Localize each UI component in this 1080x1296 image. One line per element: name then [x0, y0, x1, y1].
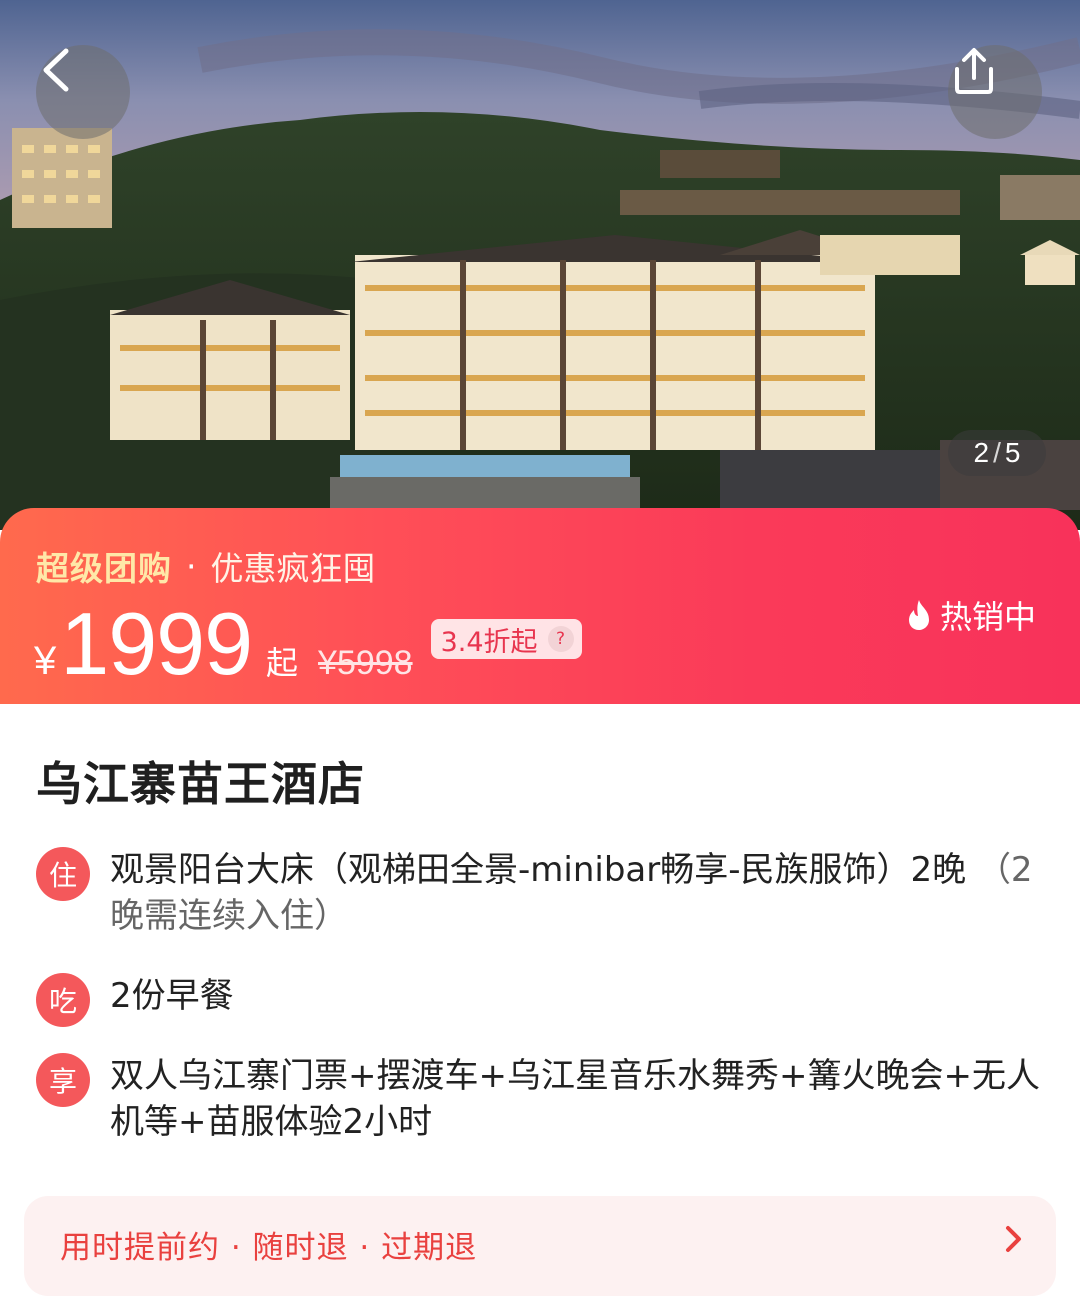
hotel-name: 乌江寨苗王酒店 [36, 757, 365, 811]
back-button[interactable] [36, 45, 130, 139]
hotel-photo-illustration [0, 0, 1080, 530]
feature-stay: 住 观景阳台大床（观梯田全景-minibar畅享-民族服饰）2晚 （2晚需连续入… [36, 847, 1046, 939]
enjoy-text: 双人乌江寨门票+摆渡车+乌江星音乐水舞秀+篝火晚会+无人机等+苗服体验2小时 [110, 1056, 1040, 1142]
booking-policy-bar[interactable]: 用时提前约 · 随时退 · 过期退 [24, 1196, 1056, 1296]
chevron-left-icon [43, 48, 69, 92]
promo-text: 优惠疯狂囤 [210, 549, 376, 588]
currency-symbol: ¥ [34, 639, 57, 683]
flame-icon [909, 600, 929, 630]
feature-enjoy: 享 双人乌江寨门票+摆渡车+乌江星音乐水舞秀+篝火晚会+无人机等+苗服体验2小时 [36, 1053, 1046, 1145]
meal-badge: 吃 [36, 973, 90, 1027]
promo-tag: 超级团购 [36, 549, 172, 588]
hot-selling-badge: 热销中 [904, 592, 1036, 638]
discount-text: 3.4折起 [440, 626, 538, 658]
hot-selling-text: 热销中 [940, 598, 1037, 636]
feature-meal: 吃 2份早餐 [36, 973, 1046, 1027]
discount-badge[interactable]: 3.4折起 ? [430, 619, 582, 659]
price-row: ¥ 1999 起 ¥5998 3.4折起 ? [34, 600, 582, 690]
share-button[interactable] [948, 45, 1042, 139]
stay-badge: 住 [36, 847, 90, 901]
price-banner: 超级团购 · 优惠疯狂囤 ¥ 1999 起 ¥5998 3.4折起 ? 热销中 [0, 508, 1080, 704]
promo-dot: · [186, 546, 197, 586]
policy-text: 用时提前约 · 随时退 · 过期退 [60, 1230, 478, 1266]
enjoy-badge: 享 [36, 1053, 90, 1107]
pager-separator: / [993, 437, 1001, 468]
original-price: ¥5998 [318, 644, 413, 682]
sale-price: 1999 [60, 594, 253, 693]
price-from-label: 起 [266, 644, 299, 682]
meal-text: 2份早餐 [110, 976, 234, 1016]
promo-line: 超级团购 · 优惠疯狂囤 [36, 542, 376, 590]
share-icon [955, 48, 993, 94]
stay-text-block: 观景阳台大床（观梯田全景-minibar畅享-民族服饰）2晚 （2晚需连续入住） [110, 847, 1040, 939]
hotel-photo[interactable]: 2 / 5 [0, 0, 1080, 530]
stay-text: 观景阳台大床（观梯田全景-minibar畅享-民族服饰）2晚 [110, 850, 967, 890]
pager-current: 2 [973, 437, 990, 468]
image-pager: 2 / 5 [948, 430, 1046, 476]
help-icon[interactable]: ? [547, 626, 574, 652]
chevron-right-icon [1006, 1226, 1021, 1252]
pager-total: 5 [1004, 437, 1021, 468]
